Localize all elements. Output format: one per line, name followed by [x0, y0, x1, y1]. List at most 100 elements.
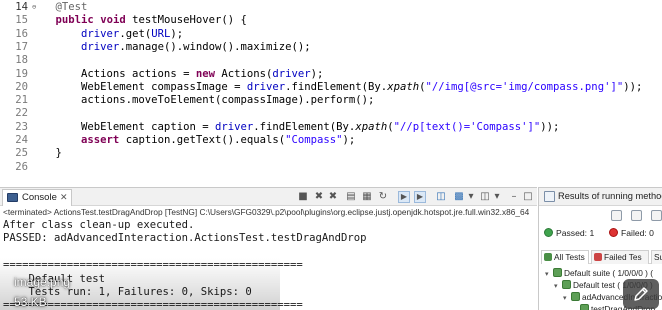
code-line[interactable]: 21 actions.moveToElement(compassImage).p…: [0, 94, 662, 107]
open-console-icon[interactable]: ◫: [479, 191, 491, 203]
code-token: WebElement caption =: [30, 120, 215, 133]
tab-summary-label: Su: [654, 252, 662, 262]
code-token: );: [170, 27, 184, 40]
code-text: driver.get(URL);: [30, 28, 183, 41]
code-token: WebElement compassImage =: [30, 80, 247, 93]
rerun-failed-icon[interactable]: [631, 210, 642, 221]
code-line[interactable]: 25 }: [0, 147, 662, 160]
code-token: xpath: [355, 120, 388, 133]
line-number: 14: [15, 1, 28, 13]
code-text: assert caption.getText().equals("Compass…: [30, 134, 355, 147]
rerun-icon[interactable]: [611, 210, 622, 221]
code-text: @Test: [30, 1, 88, 14]
chevron-down-icon[interactable]: ▾: [465, 191, 477, 203]
code-token: assert: [81, 134, 120, 146]
console-tabbar: Console ✕ ■ ✖ ✖ ▤ ▦ ↻ ▶ ▶ ◫ ▩ ▾ ◫ ▾ – □: [0, 188, 537, 206]
minimize-icon[interactable]: –: [508, 191, 520, 203]
code-token: public: [55, 14, 94, 27]
code-line[interactable]: 17 driver.manage().window().maximize();: [0, 41, 662, 54]
code-token: testMouseHover() {: [125, 14, 247, 27]
code-token: "//img[@src='img/compass.png']": [425, 80, 624, 93]
results-tab[interactable]: Results of running method A: [539, 188, 662, 206]
results-summary: Passed: 1 Failed: 0: [544, 228, 654, 238]
code-text: WebElement compassImage = driver.findEle…: [30, 81, 642, 94]
code-line[interactable]: 18: [0, 54, 662, 67]
remove-launch-icon[interactable]: ✖: [313, 191, 325, 203]
line-number: 17: [15, 40, 28, 53]
tree-node-label: Default suite ( 1/0/0/0 ) (: [564, 268, 654, 278]
code-token: caption.getText().equals(: [119, 134, 286, 146]
code-token: driver: [272, 67, 311, 80]
code-line[interactable]: 14 ⊖ @Test: [0, 1, 662, 14]
code-token: Actions actions =: [30, 67, 196, 80]
results-title: Results of running method A: [558, 191, 662, 201]
tab-failed-tests[interactable]: Failed Tes: [591, 250, 649, 264]
edit-image-button[interactable]: [623, 279, 659, 309]
close-icon[interactable]: ✕: [60, 190, 68, 205]
tab-console[interactable]: Console ✕: [2, 189, 72, 206]
pencil-icon: [634, 287, 648, 301]
code-line[interactable]: 15 public void testMouseHover() {: [0, 14, 662, 27]
code-line[interactable]: 22: [0, 107, 662, 120]
code-line[interactable]: 19 Actions actions = new Actions(driver)…: [0, 68, 662, 81]
scroll-lock-icon[interactable]: ▦: [361, 191, 373, 203]
all-tests-icon: [544, 253, 552, 261]
code-editor[interactable]: 14 ⊖ @Test 15 public void testMouseHover()…: [0, 0, 662, 187]
expand-icon[interactable]: ▾: [563, 293, 571, 305]
line-number: 16: [15, 27, 28, 40]
code-line[interactable]: 23 WebElement caption = driver.findEleme…: [0, 121, 662, 134]
code-token: );: [310, 67, 324, 80]
code-text: Actions actions = new Actions(driver);: [30, 68, 323, 81]
code-token: xpath: [387, 80, 420, 93]
remove-all-terminated-icon[interactable]: ✖: [327, 191, 339, 203]
maximize-icon[interactable]: □: [522, 191, 534, 203]
clear-console-icon[interactable]: ▤: [345, 191, 357, 203]
history-icon[interactable]: [651, 210, 662, 221]
code-line[interactable]: 24 assert caption.getText().equals("Comp…: [0, 134, 662, 147]
line-number: 20: [15, 80, 28, 93]
code-token: .manage().window().maximize();: [119, 40, 311, 53]
test-status-icon: [553, 268, 562, 277]
line-number: 24: [15, 134, 28, 146]
failed-count: Failed: 0: [621, 228, 654, 238]
code-line[interactable]: 20 WebElement compassImage = driver.find…: [0, 81, 662, 94]
tab-failed-tests-label: Failed Tes: [604, 252, 642, 262]
display-console-icon[interactable]: ▩: [453, 191, 465, 203]
code-token: driver: [214, 120, 254, 133]
tab-summary[interactable]: Su: [651, 250, 662, 264]
expand-icon[interactable]: ▾: [545, 269, 553, 281]
passed-count: Passed: 1: [556, 228, 595, 238]
tab-all-tests[interactable]: All Tests: [541, 250, 589, 264]
pin-console-icon[interactable]: ◫: [435, 191, 447, 203]
code-token: "Compass": [285, 134, 343, 146]
line-number: 22: [15, 107, 28, 120]
code-token: @Test: [30, 1, 88, 13]
test-status-icon: [580, 304, 589, 310]
console-icon: [7, 193, 18, 202]
expand-icon[interactable]: ▾: [554, 281, 562, 293]
terminated-launch-label: <terminated> ActionsTest.testDragAndDrop…: [3, 207, 530, 217]
image-filesize: 53 KB: [14, 295, 47, 309]
show-on-stdout-icon[interactable]: ▶: [398, 191, 410, 203]
line-number: 21: [15, 94, 28, 107]
code-line[interactable]: 16 driver.get(URL);: [0, 28, 662, 41]
terminate-icon[interactable]: ■: [297, 191, 309, 203]
passed-icon: [544, 228, 553, 237]
code-token: URL: [151, 27, 171, 40]
testng-icon: [544, 191, 555, 202]
code-text: }: [30, 147, 62, 160]
failed-tests-icon: [594, 253, 602, 261]
code-text: WebElement caption = driver.findElement(…: [30, 121, 559, 134]
line-number: 15: [15, 14, 28, 27]
show-on-stderr-icon[interactable]: ▶: [414, 191, 426, 203]
chevron-down-icon[interactable]: ▾: [491, 191, 503, 203]
word-wrap-icon[interactable]: ↻: [377, 191, 389, 203]
code-token: void: [100, 14, 126, 27]
test-status-icon: [562, 280, 571, 289]
code-line[interactable]: 26: [0, 161, 662, 174]
line-number: 23: [15, 120, 28, 133]
